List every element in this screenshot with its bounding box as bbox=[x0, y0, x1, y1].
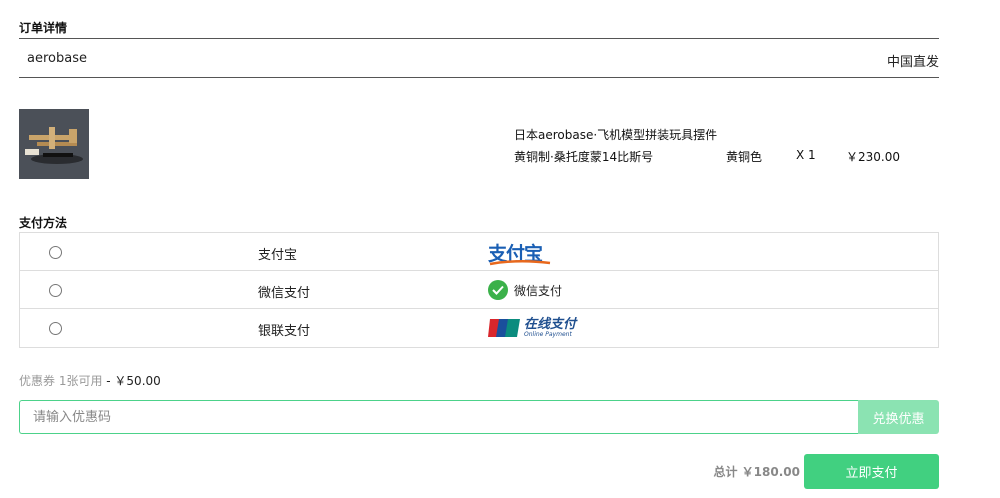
wechat-logo-text: 微信支付 bbox=[514, 283, 563, 298]
unionpay-logo-icon: 在线支付 Online Payment bbox=[488, 315, 576, 341]
payment-methods-table: 支付宝 支付宝 微信支付 微信支付 银联支付 在线支付 Online Payme… bbox=[19, 232, 939, 348]
store-row: aerobase 中国直发 bbox=[19, 38, 939, 78]
unionpay-logo-subtext: Online Payment bbox=[524, 331, 572, 338]
alipay-radio[interactable] bbox=[49, 246, 62, 259]
pay-now-button[interactable]: 立即支付 bbox=[804, 454, 939, 489]
coupon-available-label: 优惠券 1张可用 bbox=[19, 374, 103, 388]
wechat-logo-icon: 微信支付 bbox=[488, 277, 562, 303]
payment-label: 银联支付 bbox=[258, 324, 311, 339]
payment-option-unionpay[interactable]: 银联支付 在线支付 Online Payment bbox=[20, 309, 938, 347]
coupon-summary: 优惠券 1张可用 - ￥50.00 bbox=[19, 372, 161, 389]
product-price: ￥230.00 bbox=[846, 150, 900, 164]
order-details-title: 订单详情 bbox=[19, 21, 68, 35]
redeem-coupon-button[interactable]: 兑换优惠 bbox=[858, 400, 939, 434]
wechat-radio[interactable] bbox=[49, 284, 62, 297]
product-quantity: X 1 bbox=[796, 148, 816, 162]
product-name: 日本aerobase·飞机模型拼装玩具摆件 bbox=[514, 128, 718, 142]
wechat-pay-icon bbox=[488, 280, 508, 300]
coupon-code-input[interactable] bbox=[19, 400, 858, 434]
alipay-logo-icon: 支付宝 bbox=[488, 239, 551, 266]
unionpay-card-icon bbox=[488, 318, 520, 338]
payment-option-alipay[interactable]: 支付宝 支付宝 bbox=[20, 233, 938, 271]
shipping-origin: 中国直发 bbox=[886, 55, 939, 70]
product-image bbox=[19, 109, 89, 179]
product-variant: 黄铜制·桑托度蒙14比斯号 bbox=[514, 150, 654, 164]
unionpay-logo-text: 在线支付 bbox=[524, 317, 577, 332]
store-name: aerobase bbox=[27, 51, 87, 66]
payment-option-wechat[interactable]: 微信支付 微信支付 bbox=[20, 271, 938, 309]
unionpay-radio[interactable] bbox=[49, 322, 62, 335]
coupon-discount-amount: - ￥50.00 bbox=[106, 374, 161, 388]
order-total: 总计 ￥180.00 bbox=[713, 465, 801, 479]
product-color: 黄铜色 bbox=[726, 150, 763, 164]
payment-label: 微信支付 bbox=[258, 286, 311, 301]
payment-method-title: 支付方法 bbox=[19, 216, 68, 230]
payment-label: 支付宝 bbox=[258, 248, 298, 263]
